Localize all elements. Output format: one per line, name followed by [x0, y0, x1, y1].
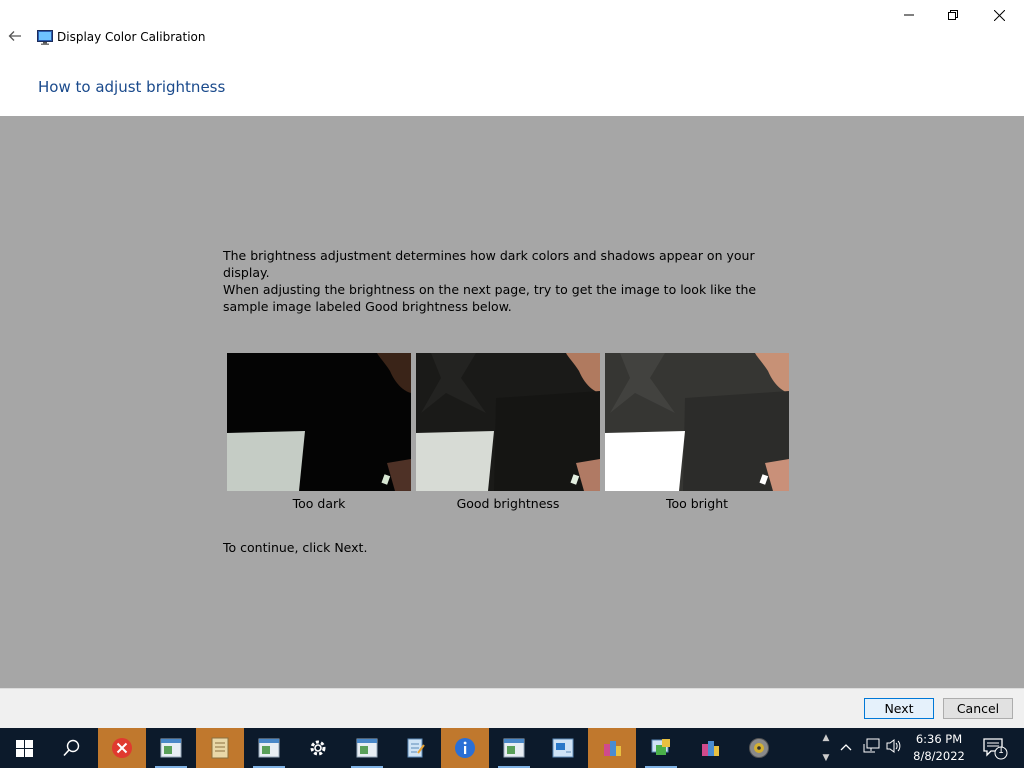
taskbar: ▲ ▼ 6:36 PM 8/8/2022 1 — [0, 728, 1024, 768]
taskbar-scroll[interactable]: ▲ ▼ — [818, 728, 834, 768]
button-bar: Next Cancel — [0, 688, 1024, 728]
document-app-icon[interactable] — [196, 728, 244, 768]
minimize-button[interactable] — [886, 0, 932, 30]
installer-app-icon[interactable] — [588, 728, 636, 768]
window-app-icon-2[interactable] — [245, 728, 293, 768]
display-calibration-icon — [37, 30, 53, 45]
clock-time: 6:36 PM — [915, 732, 963, 746]
system-app-icon[interactable] — [539, 728, 587, 768]
clock-date: 8/8/2022 — [913, 749, 965, 763]
chevron-up-icon[interactable]: ▲ — [823, 733, 830, 743]
window-app-icon[interactable] — [147, 728, 195, 768]
disc-app-icon[interactable] — [735, 728, 783, 768]
search-icon[interactable] — [48, 728, 96, 768]
main-content: The brightness adjustment determines how… — [0, 116, 1024, 688]
restore-button[interactable] — [930, 0, 976, 30]
network-icon[interactable] — [861, 738, 881, 758]
sample-label-too-bright: Too bright — [665, 496, 729, 511]
window-app-icon-4[interactable] — [490, 728, 538, 768]
sample-image-too-bright — [605, 353, 789, 491]
system-clock[interactable]: 6:36 PM 8/8/2022 — [904, 731, 974, 765]
continue-instruction: To continue, click Next. — [223, 540, 368, 555]
chevron-down-icon[interactable]: ▼ — [823, 753, 830, 763]
control-panel-icon[interactable] — [637, 728, 685, 768]
notepad-icon[interactable] — [392, 728, 440, 768]
window-title: Display Color Calibration — [57, 30, 206, 44]
notification-count: 1 — [998, 746, 1004, 756]
notification-icon[interactable]: 1 — [982, 736, 1008, 760]
page-title: How to adjust brightness — [38, 78, 226, 96]
intro-paragraph: The brightness adjustment determines how… — [223, 248, 755, 280]
next-button[interactable]: Next — [864, 698, 934, 719]
cancel-button[interactable]: Cancel — [943, 698, 1013, 719]
back-arrow-icon[interactable] — [4, 27, 26, 49]
sample-label-good-brightness: Good brightness — [456, 496, 560, 511]
error-app-icon[interactable] — [98, 728, 146, 768]
tray-chevron-up-icon[interactable] — [836, 738, 856, 758]
window-app-icon-3[interactable] — [343, 728, 391, 768]
sample-label-too-dark: Too dark — [292, 496, 346, 511]
close-button[interactable] — [976, 0, 1022, 30]
start-windows-icon[interactable] — [0, 728, 48, 768]
title-bar: Display Color Calibration How to adjust … — [0, 0, 1024, 116]
settings-gear-icon[interactable] — [294, 728, 342, 768]
sample-image-good-brightness — [416, 353, 600, 491]
sample-image-too-dark — [227, 353, 411, 491]
info-icon[interactable] — [441, 728, 489, 768]
volume-icon[interactable] — [884, 738, 904, 758]
package-app-icon[interactable] — [686, 728, 734, 768]
instruction-paragraph: When adjusting the brightness on the nex… — [223, 282, 757, 314]
